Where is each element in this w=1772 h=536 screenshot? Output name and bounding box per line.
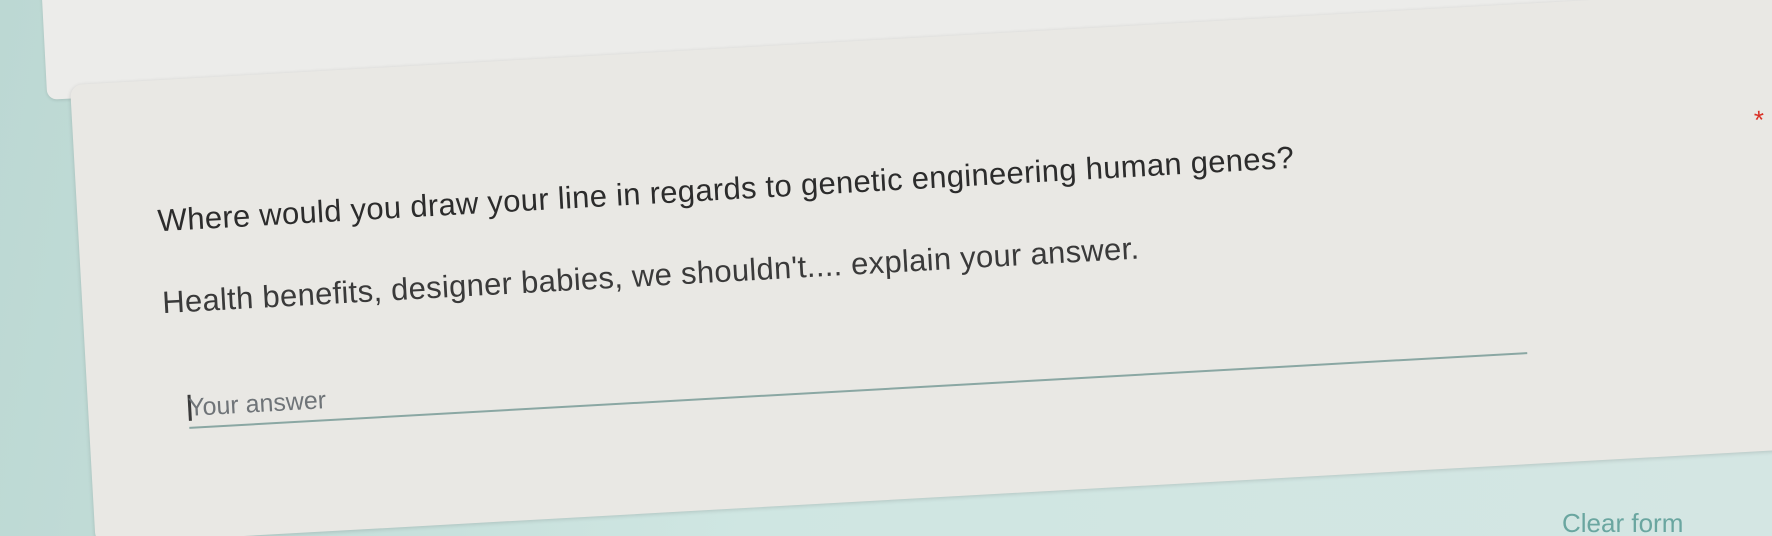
required-asterisk: * [1753,104,1766,136]
question-text: Where would you draw your line in regard… [156,139,1295,239]
question-description: Health benefits, designer babies, we sho… [161,230,1141,321]
clear-form-button[interactable]: Clear form [1562,508,1683,536]
answer-input[interactable] [187,319,1527,423]
answer-field[interactable] [186,302,1528,429]
question-title: Where would you draw your line in regard… [156,104,1772,242]
form-page: Where would you draw your line in regard… [0,0,1772,536]
question-card: Where would you draw your line in regard… [70,0,1772,536]
